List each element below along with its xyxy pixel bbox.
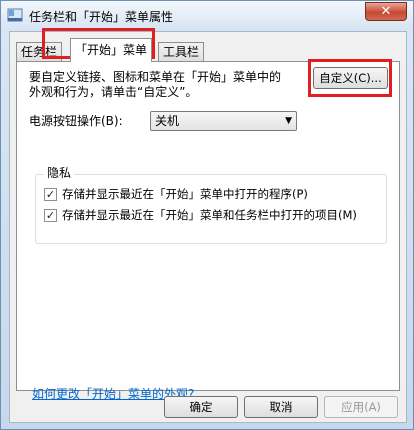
power-button-action-value: 关机 [155,114,180,128]
description-line-1: 要自定义链接、图标和菜单在「开始」菜单中的 [29,70,282,84]
privacy-group-title: 隐私 [44,166,75,181]
taskbar-properties-icon [7,8,23,22]
cancel-button[interactable]: 取消 [244,396,318,418]
tab-taskbar[interactable]: 任务栏 [16,42,63,61]
power-button-action-label: 电源按钮操作(B): [29,114,123,128]
properties-window: 任务栏和「开始」菜单属性 ✕ 任务栏 「开始」菜单 工具栏 要自定义链接、图标和… [0,0,414,430]
tab-strip: 任务栏 「开始」菜单 工具栏 [16,38,396,62]
privacy-option-programs[interactable]: ✓ 存储并显示最近在「开始」菜单中打开的程序(P) [44,186,308,202]
dialog-client-area: 任务栏 「开始」菜单 工具栏 要自定义链接、图标和菜单在「开始」菜单中的 外观和… [9,31,407,423]
title-bar[interactable]: 任务栏和「开始」菜单属性 ✕ [1,1,413,31]
chevron-down-icon: ▼ [285,116,292,126]
customize-button[interactable]: 自定义(C)... [313,67,388,89]
tab-start-menu[interactable]: 「开始」菜单 [70,38,153,62]
privacy-option-items[interactable]: ✓ 存储并显示最近在「开始」菜单和任务栏中打开的项目(M) [44,207,357,223]
checkbox-recent-items[interactable]: ✓ [44,208,57,222]
recent-items-label: 存储并显示最近在「开始」菜单和任务栏中打开的项目(M) [62,207,357,222]
ok-button[interactable]: 确定 [164,396,238,418]
close-button[interactable]: ✕ [365,2,407,21]
close-icon: ✕ [380,4,392,19]
privacy-group: 隐私 ✓ 存储并显示最近在「开始」菜单中打开的程序(P) ✓ 存储并显示最近在「… [35,166,387,244]
apply-button[interactable]: 应用(A) [324,396,398,418]
recent-programs-label: 存储并显示最近在「开始」菜单中打开的程序(P) [62,186,308,201]
tab-toolbars[interactable]: 工具栏 [158,42,205,61]
start-menu-panel: 要自定义链接、图标和菜单在「开始」菜单中的 外观和行为，请单击“自定义”。 自定… [16,61,400,401]
description-line-2: 外观和行为，请单击“自定义”。 [29,85,198,99]
checkbox-recent-programs[interactable]: ✓ [44,187,57,201]
power-button-action-select[interactable]: 关机 ▼ [150,111,297,131]
window-title: 任务栏和「开始」菜单属性 [29,10,174,24]
customize-description: 要自定义链接、图标和菜单在「开始」菜单中的 外观和行为，请单击“自定义”。 [29,70,309,100]
